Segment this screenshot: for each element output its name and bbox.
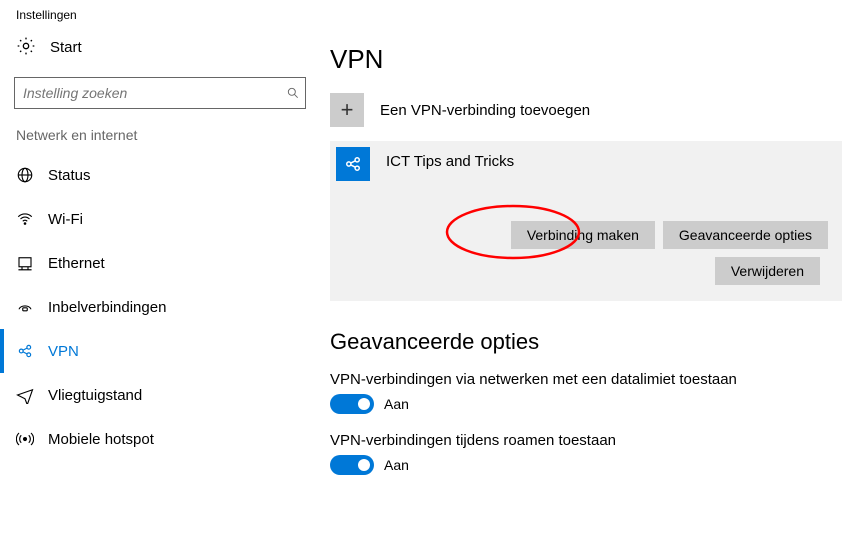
hotspot-icon: [14, 430, 36, 448]
globe-icon: [14, 166, 36, 184]
plus-icon: +: [330, 93, 364, 127]
sidebar: Start Netwerk en internet Status Wi-Fi: [0, 26, 320, 493]
sidebar-item-label: Status: [48, 167, 91, 184]
dialup-icon: [14, 298, 36, 316]
search-box[interactable]: [14, 77, 306, 109]
ethernet-icon: [14, 254, 36, 272]
sidebar-item-hotspot[interactable]: Mobiele hotspot: [0, 417, 320, 461]
sidebar-item-wifi[interactable]: Wi-Fi: [0, 197, 320, 241]
advanced-options-button[interactable]: Geavanceerde opties: [663, 221, 828, 249]
sidebar-item-ethernet[interactable]: Ethernet: [0, 241, 320, 285]
vpn-tile-icon: [336, 147, 370, 181]
sidebar-item-label: Wi-Fi: [48, 211, 83, 228]
toggle-roaming-label: VPN-verbindingen tijdens roamen toestaan: [330, 432, 842, 449]
search-icon: [281, 86, 305, 100]
wifi-icon: [14, 210, 36, 228]
vpn-connection-card[interactable]: ICT Tips and Tricks Verbinding maken Gea…: [330, 141, 842, 301]
sidebar-item-label: Ethernet: [48, 255, 105, 272]
toggle-roaming-state: Aan: [384, 457, 409, 473]
section-label: Netwerk en internet: [0, 121, 320, 153]
remove-button[interactable]: Verwijderen: [715, 257, 820, 285]
add-vpn-row[interactable]: + Een VPN-verbinding toevoegen: [330, 93, 842, 127]
search-input[interactable]: [15, 81, 281, 105]
window-title: Instellingen: [0, 0, 862, 26]
add-vpn-label: Een VPN-verbinding toevoegen: [380, 102, 590, 119]
sidebar-item-label: VPN: [48, 343, 79, 360]
sidebar-item-label: Inbelverbindingen: [48, 299, 166, 316]
toggle-metered-switch[interactable]: [330, 394, 374, 414]
sidebar-item-label: Mobiele hotspot: [48, 431, 154, 448]
sidebar-item-airplane[interactable]: Vliegtuigstand: [0, 373, 320, 417]
toggle-metered-label: VPN-verbindingen via netwerken met een d…: [330, 371, 842, 388]
vpn-connection-name: ICT Tips and Tricks: [386, 147, 514, 170]
start-link[interactable]: Start: [0, 26, 320, 69]
sidebar-item-status[interactable]: Status: [0, 153, 320, 197]
gear-icon: [16, 36, 38, 59]
airplane-icon: [14, 386, 36, 404]
vpn-icon: [14, 342, 36, 360]
sidebar-item-dialup[interactable]: Inbelverbindingen: [0, 285, 320, 329]
start-label: Start: [50, 39, 82, 56]
toggle-roaming-switch[interactable]: [330, 455, 374, 475]
sidebar-item-label: Vliegtuigstand: [48, 387, 142, 404]
main-content: VPN + Een VPN-verbinding toevoegen ICT T…: [320, 26, 862, 493]
advanced-heading: Geavanceerde opties: [330, 329, 842, 355]
sidebar-item-vpn[interactable]: VPN: [0, 329, 320, 373]
connect-button[interactable]: Verbinding maken: [511, 221, 655, 249]
toggle-roaming: VPN-verbindingen tijdens roamen toestaan…: [330, 432, 842, 475]
page-heading: VPN: [330, 44, 842, 75]
toggle-metered: VPN-verbindingen via netwerken met een d…: [330, 371, 842, 414]
toggle-metered-state: Aan: [384, 396, 409, 412]
